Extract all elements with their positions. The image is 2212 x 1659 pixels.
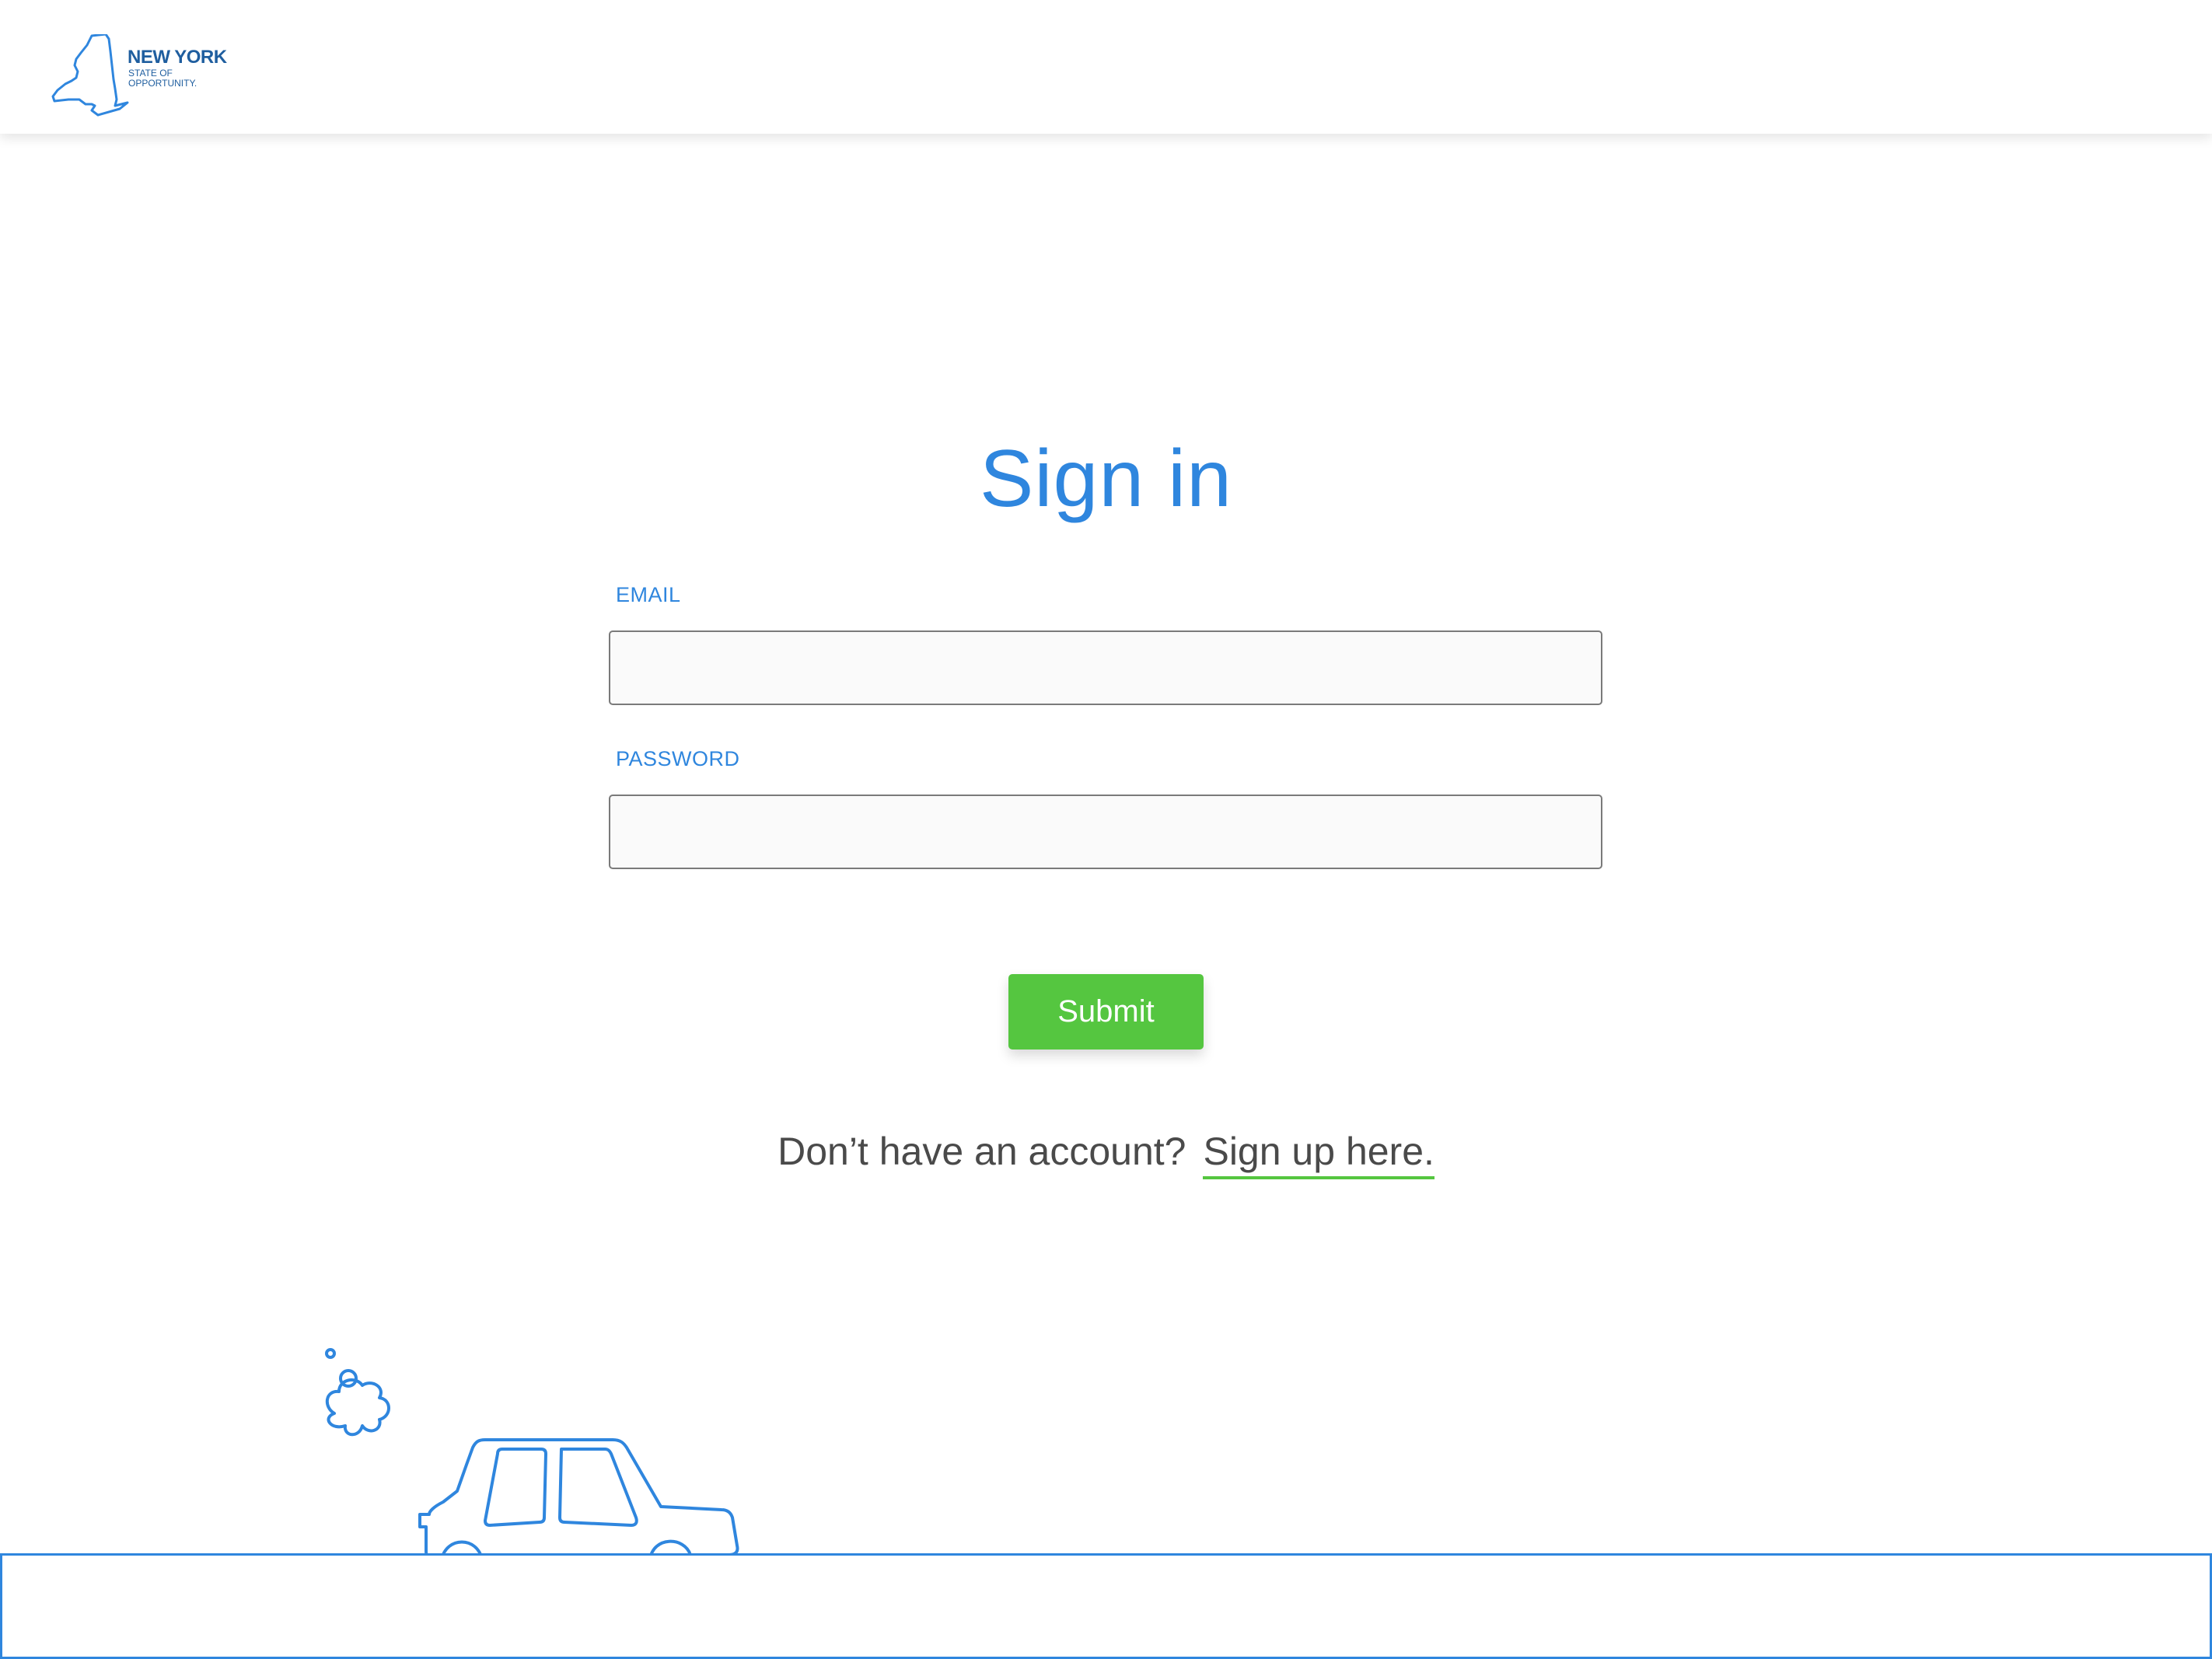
bottom-bar — [0, 1553, 2212, 1659]
submit-button[interactable]: Submit — [1008, 974, 1204, 1050]
page-title: Sign in — [980, 434, 1232, 524]
ny-state-logo[interactable]: NEW YORK STATE OF OPPORTUNITY. — [51, 34, 238, 118]
sign-in-page: NEW YORK STATE OF OPPORTUNITY. Sign in E… — [0, 0, 2212, 1659]
email-field[interactable] — [609, 630, 1602, 705]
signup-prompt-row: Don’t have an account? Sign up here. — [0, 1126, 2212, 1179]
password-field[interactable] — [609, 795, 1602, 869]
car-with-exhaust-icon — [325, 1348, 739, 1563]
email-label: EMAIL — [616, 583, 681, 606]
site-header: NEW YORK STATE OF OPPORTUNITY. — [0, 0, 2212, 134]
new-york-state-outline-icon — [51, 34, 129, 117]
signup-prompt-text: Don’t have an account? — [778, 1130, 1186, 1173]
logo-title: NEW YORK — [128, 47, 227, 68]
logo-subtitle-line1: STATE OF — [128, 68, 173, 79]
sign-up-link[interactable]: Sign up here. — [1203, 1128, 1434, 1179]
password-label: PASSWORD — [616, 747, 740, 770]
logo-subtitle-line2: OPPORTUNITY. — [128, 78, 197, 89]
